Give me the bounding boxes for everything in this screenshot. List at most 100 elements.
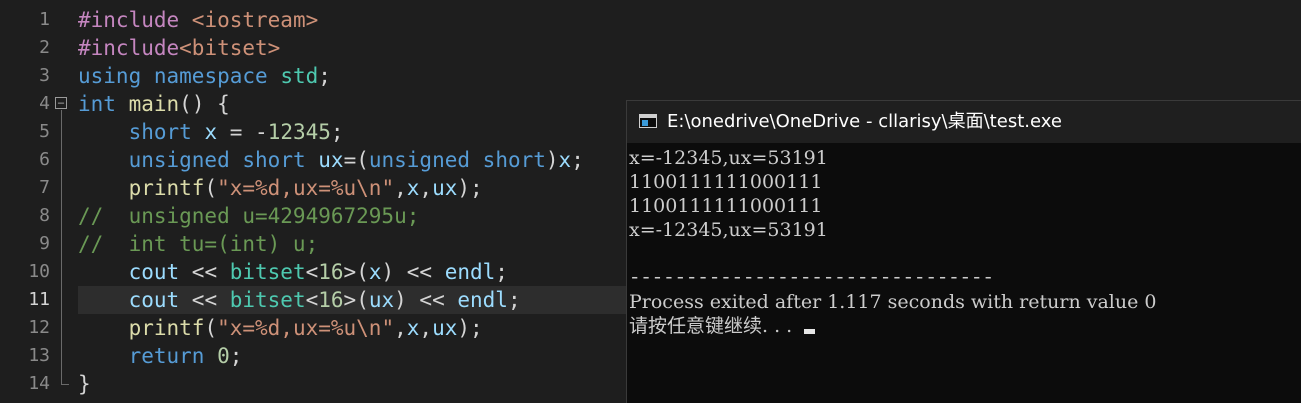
code-text[interactable]: cout << bitset<16>(ux) << endl; <box>78 286 521 314</box>
code-token: <bitset> <box>179 36 281 60</box>
console-process-exit-line: Process exited after 1.117 seconds with … <box>629 291 1157 313</box>
code-text[interactable]: unsigned short ux=(unsigned short)x; <box>78 146 584 174</box>
code-token: printf <box>128 316 205 340</box>
code-token: ; <box>571 148 584 172</box>
code-token: #include <box>78 8 192 32</box>
line-number: 13 <box>28 345 50 366</box>
code-text[interactable]: return 0; <box>78 342 243 370</box>
code-token: ( <box>204 316 218 340</box>
code-token: unsigned <box>368 148 471 172</box>
console-app-icon <box>639 114 657 128</box>
code-token: << <box>179 260 230 284</box>
code-line[interactable]: 1 #include <iostream> <box>0 6 1301 34</box>
code-text[interactable]: int main() { <box>78 90 230 118</box>
code-text[interactable]: cout << bitset<16>(x) << endl; <box>78 258 508 286</box>
code-token: return <box>128 344 205 368</box>
line-number: 8 <box>39 205 50 226</box>
line-number: 1 <box>39 9 50 30</box>
code-token: ; <box>318 64 331 88</box>
code-token: << <box>179 288 230 312</box>
code-token: ; <box>229 344 243 368</box>
code-token: unsigned <box>128 148 230 172</box>
code-text[interactable]: #include<bitset> <box>78 34 280 62</box>
code-token: int <box>78 92 116 116</box>
code-token: // int tu=(int) u; <box>78 232 319 256</box>
code-token: 0 <box>217 344 230 368</box>
code-token: ( <box>204 176 218 200</box>
code-text[interactable]: using namespace std; <box>78 62 331 90</box>
code-token: ) <box>545 148 559 172</box>
code-token: bitset <box>229 288 306 312</box>
code-token: ux <box>432 176 458 200</box>
code-text[interactable]: } <box>78 370 91 398</box>
code-token: ux <box>432 316 458 340</box>
code-token: printf <box>128 176 205 200</box>
console-line: 1100111111000111 <box>629 171 823 193</box>
fold-toggle-icon[interactable]: − <box>55 97 67 109</box>
console-title: E:\onedrive\OneDrive - cllarisy\桌面\test.… <box>667 111 1062 132</box>
code-token: } <box>78 372 91 396</box>
line-number: 12 <box>28 317 50 338</box>
line-number: 14 <box>28 373 50 394</box>
code-token: < <box>305 288 319 312</box>
console-prompt-line: 请按任意键继续. . . <box>627 314 1301 338</box>
code-token: =( <box>343 148 369 172</box>
code-token: 16 <box>318 288 344 312</box>
code-text[interactable]: #include <iostream> <box>78 6 318 34</box>
code-text[interactable]: // unsigned u=4294967295u; <box>78 202 419 230</box>
line-number: 2 <box>39 37 50 58</box>
code-token: ; <box>507 288 521 312</box>
code-text[interactable]: short x = -12345; <box>78 118 344 146</box>
line-number: 9 <box>39 233 50 254</box>
code-token: , <box>419 316 433 340</box>
console-prompt-text: 请按任意键继续. . . <box>629 315 799 337</box>
code-text[interactable]: printf("x=%d,ux=%u\n",x,ux); <box>78 314 483 342</box>
code-token: using <box>78 64 142 88</box>
code-token: endl <box>444 260 496 284</box>
line-number: 11 <box>28 289 50 310</box>
fold-guide-line <box>61 110 62 384</box>
code-token: ) << <box>394 288 458 312</box>
code-token: ; <box>330 120 344 144</box>
code-token: short <box>482 148 546 172</box>
code-text[interactable]: // int tu=(int) u; <box>78 230 318 258</box>
code-token: x <box>406 316 420 340</box>
console-line: x=-12345,ux=53191 <box>629 147 828 169</box>
code-line[interactable]: 2 #include<bitset> <box>0 34 1301 62</box>
console-cursor <box>804 329 816 334</box>
code-token: , <box>394 316 407 340</box>
code-token: // unsigned u=4294967295u; <box>78 204 420 228</box>
code-text[interactable]: printf("x=%d,ux=%u\n",x,ux); <box>78 174 483 202</box>
code-token: #include <box>78 36 180 60</box>
console-line: 1100111111000111 <box>629 195 823 217</box>
code-token: , <box>394 176 407 200</box>
line-number: 10 <box>28 261 50 282</box>
console-window[interactable]: E:\onedrive\OneDrive - cllarisy\桌面\test.… <box>626 100 1301 403</box>
console-separator: -------------------------------- <box>629 267 994 289</box>
code-token: endl <box>457 288 508 312</box>
code-line[interactable]: 3 using namespace std; <box>0 62 1301 90</box>
code-token: ) << <box>381 260 445 284</box>
line-number: 7 <box>39 177 50 198</box>
code-token: >( <box>343 260 369 284</box>
console-line: x=-12345,ux=53191 <box>629 219 828 241</box>
console-title-bar[interactable]: E:\onedrive\OneDrive - cllarisy\桌面\test.… <box>627 101 1301 143</box>
code-token: () { <box>179 92 230 116</box>
code-token: <iostream> <box>191 8 319 32</box>
code-token: "x=%d,ux=%u\n" <box>217 316 395 340</box>
fold-end-marker <box>61 384 69 385</box>
code-token: ; <box>495 260 508 284</box>
